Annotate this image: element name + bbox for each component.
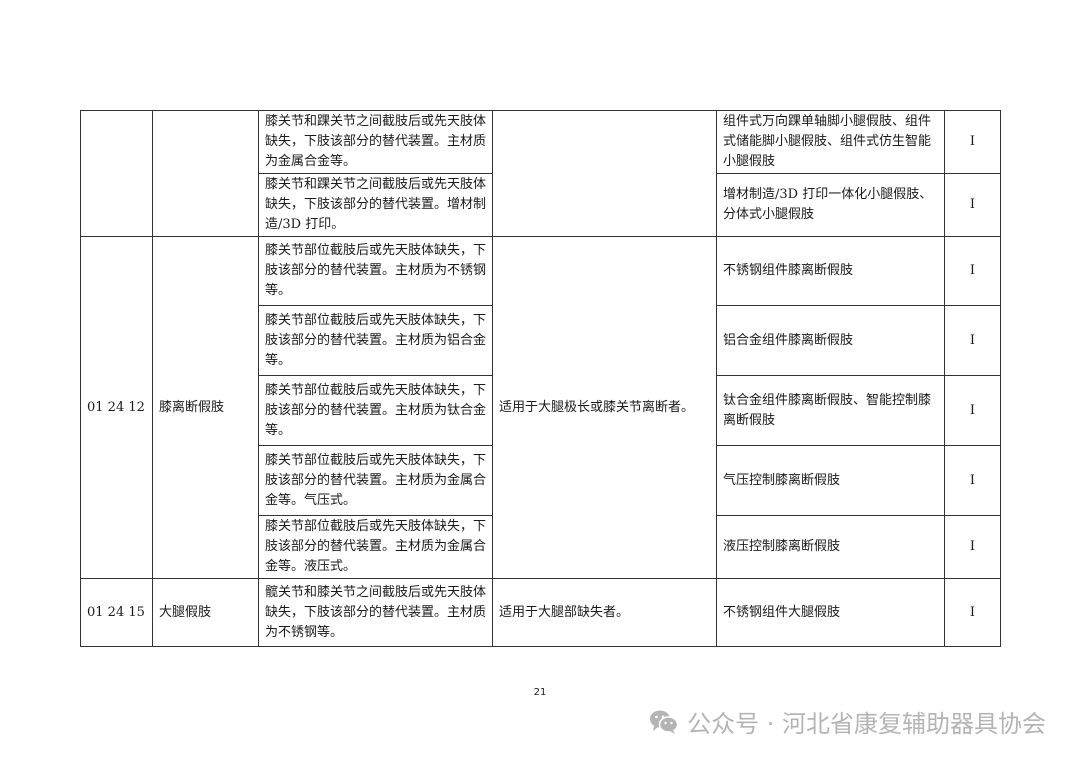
example-cell: 钛合金组件膝离断假肢、智能控制膝离断假肢 <box>716 375 945 446</box>
description-cell: 髋关节和膝关节之间截肢后或先天肢体缺失，下肢该部分的替代装置。主材质为不锈钢等。 <box>258 578 493 647</box>
class-cell: I <box>944 375 1001 446</box>
page-number: 21 <box>533 687 547 698</box>
name-cell <box>152 110 259 237</box>
class-cell: I <box>944 236 1001 306</box>
class-cell: I <box>944 173 1001 237</box>
table-row: 01 24 12 膝离断假肢 膝关节部位截肢后或先天肢体缺失，下肢该部分的替代装… <box>80 236 1001 579</box>
description-cell: 膝关节部位截肢后或先天肢体缺失，下肢该部分的替代装置。主材质为金属合金等。液压式… <box>258 515 493 579</box>
name-cell: 膝离断假肢 <box>152 236 259 579</box>
usage-cell: 适用于大腿极长或膝关节离断者。 <box>492 236 717 579</box>
watermark: 公众号 · 河北省康复辅助器具协会 <box>649 704 1046 739</box>
description-cell: 膝关节部位截肢后或先天肢体缺失，下肢该部分的替代装置。主材质为不锈钢等。 <box>258 236 493 306</box>
example-cell: 铝合金组件膝离断假肢 <box>716 305 945 376</box>
description-cell: 膝关节部位截肢后或先天肢体缺失，下肢该部分的替代装置。主材质为金属合金等。气压式… <box>258 445 493 516</box>
example-cell: 不锈钢组件大腿假肢 <box>716 578 945 647</box>
watermark-text: 公众号 · 河北省康复辅助器具协会 <box>687 710 1046 738</box>
code-cell: 01 24 12 <box>80 236 153 579</box>
class-cell: I <box>944 305 1001 376</box>
example-cell: 增材制造/3D 打印一体化小腿假肢、分体式小腿假肢 <box>716 173 945 237</box>
class-cell: I <box>944 515 1001 579</box>
code-cell: 01 24 15 <box>80 578 153 647</box>
class-cell: I <box>944 445 1001 516</box>
name-cell: 大腿假肢 <box>152 578 259 647</box>
example-cell: 组件式万向踝单轴脚小腿假肢、组件式储能脚小腿假肢、组件式仿生智能小腿假肢 <box>716 110 945 174</box>
description-cell: 膝关节部位截肢后或先天肢体缺失，下肢该部分的替代装置。主材质为铝合金等。 <box>258 305 493 376</box>
wechat-icon <box>650 710 679 734</box>
table-row: 01 24 15 大腿假肢 髋关节和膝关节之间截肢后或先天肢体缺失，下肢该部分的… <box>80 578 1001 647</box>
example-cell: 不锈钢组件膝离断假肢 <box>716 236 945 306</box>
description-cell: 膝关节部位截肢后或先天肢体缺失，下肢该部分的替代装置。主材质为钛合金等。 <box>258 375 493 446</box>
example-cell: 液压控制膝离断假肢 <box>716 515 945 579</box>
code-cell <box>80 110 153 237</box>
example-cell: 气压控制膝离断假肢 <box>716 445 945 516</box>
device-catalog-table: 膝关节和踝关节之间截肢后或先天肢体缺失，下肢该部分的替代装置。主材质为金属合金等… <box>80 110 1001 647</box>
table-row: 膝关节和踝关节之间截肢后或先天肢体缺失，下肢该部分的替代装置。主材质为金属合金等… <box>80 110 1001 237</box>
description-cell: 膝关节和踝关节之间截肢后或先天肢体缺失，下肢该部分的替代装置。主材质为金属合金等… <box>258 110 493 174</box>
description-cell: 膝关节和踝关节之间截肢后或先天肢体缺失，下肢该部分的替代装置。增材制造/3D 打… <box>258 173 493 237</box>
class-cell: I <box>944 578 1001 647</box>
usage-cell <box>492 110 717 237</box>
class-cell: I <box>944 110 1001 174</box>
usage-cell: 适用于大腿部缺失者。 <box>492 578 717 647</box>
